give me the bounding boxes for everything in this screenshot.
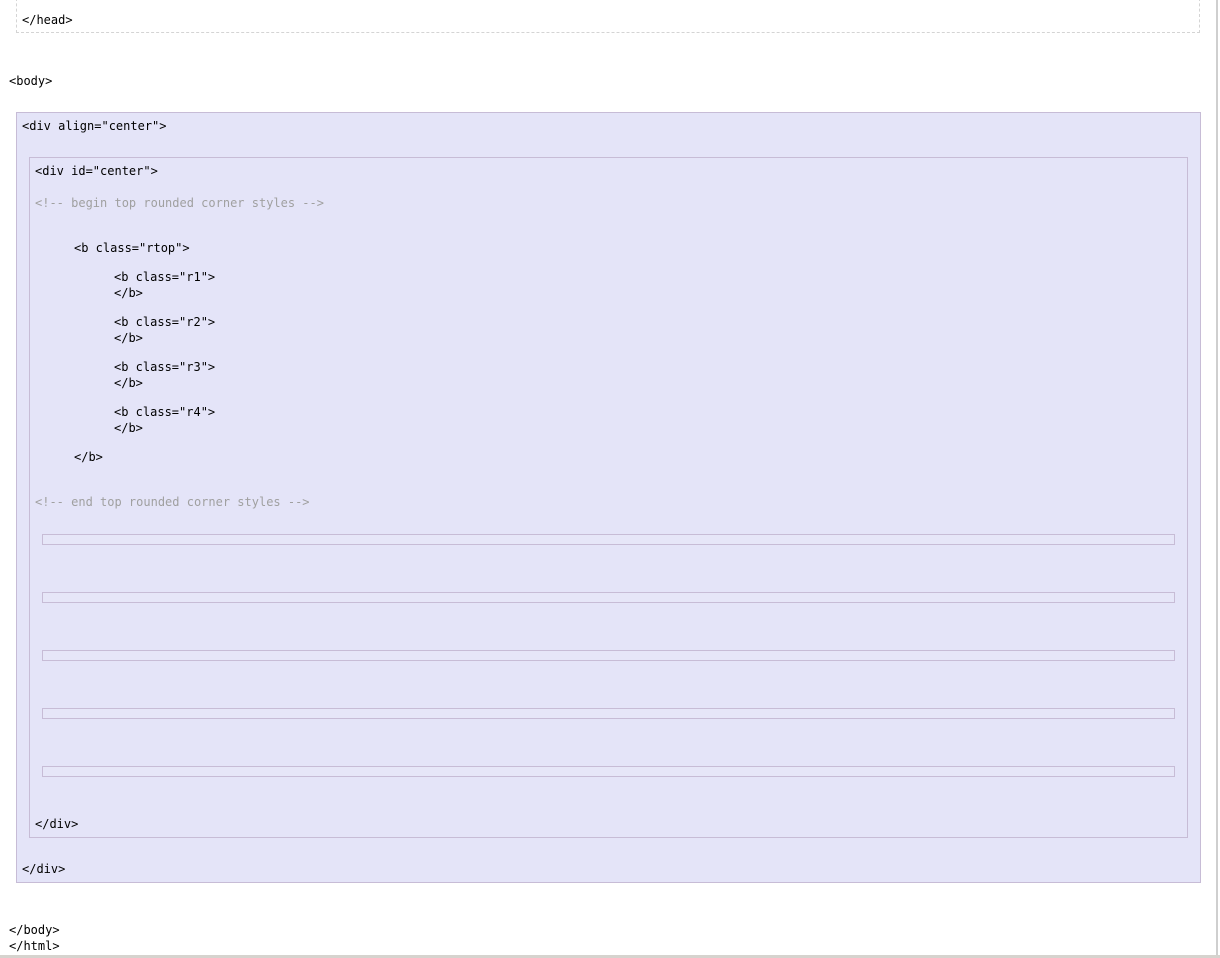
html-close-tag: </html>	[9, 939, 60, 953]
b-rtop-open-tag: <b class="rtop">	[74, 241, 190, 255]
b-r2-open-tag: <b class="r2">	[114, 315, 216, 329]
comment-begin: <!-- begin top rounded corner styles -->	[35, 196, 324, 210]
empty-block	[42, 650, 1175, 661]
div-align-open-tag: <div align="center">	[22, 119, 167, 133]
body-open-tag: <body>	[9, 74, 53, 88]
div-id-close-tag: </div>	[35, 817, 79, 831]
empty-block	[42, 708, 1175, 719]
b-r4-close-tag: </b>	[114, 421, 143, 435]
head-close-tag: </head>	[22, 13, 73, 27]
b-rtop-close-tag: </b>	[74, 450, 103, 464]
b-r4-open-tag: <b class="r4">	[114, 405, 216, 419]
body-close-tag: </body>	[9, 923, 60, 937]
b-r1-open-tag: <b class="r1">	[114, 270, 216, 284]
window-right-edge	[1216, 0, 1218, 958]
div-align-close-tag: </div>	[22, 862, 66, 876]
div-id-open-tag: <div id="center">	[35, 164, 158, 178]
empty-block	[42, 534, 1175, 545]
b-r2-close-tag: </b>	[114, 331, 143, 345]
empty-block	[42, 766, 1175, 777]
empty-block	[42, 592, 1175, 603]
b-r3-open-tag: <b class="r3">	[114, 360, 216, 374]
head-block	[16, 0, 1200, 33]
comment-end: <!-- end top rounded corner styles -->	[35, 495, 310, 509]
b-r3-close-tag: </b>	[114, 376, 143, 390]
b-r1-close-tag: </b>	[114, 286, 143, 300]
